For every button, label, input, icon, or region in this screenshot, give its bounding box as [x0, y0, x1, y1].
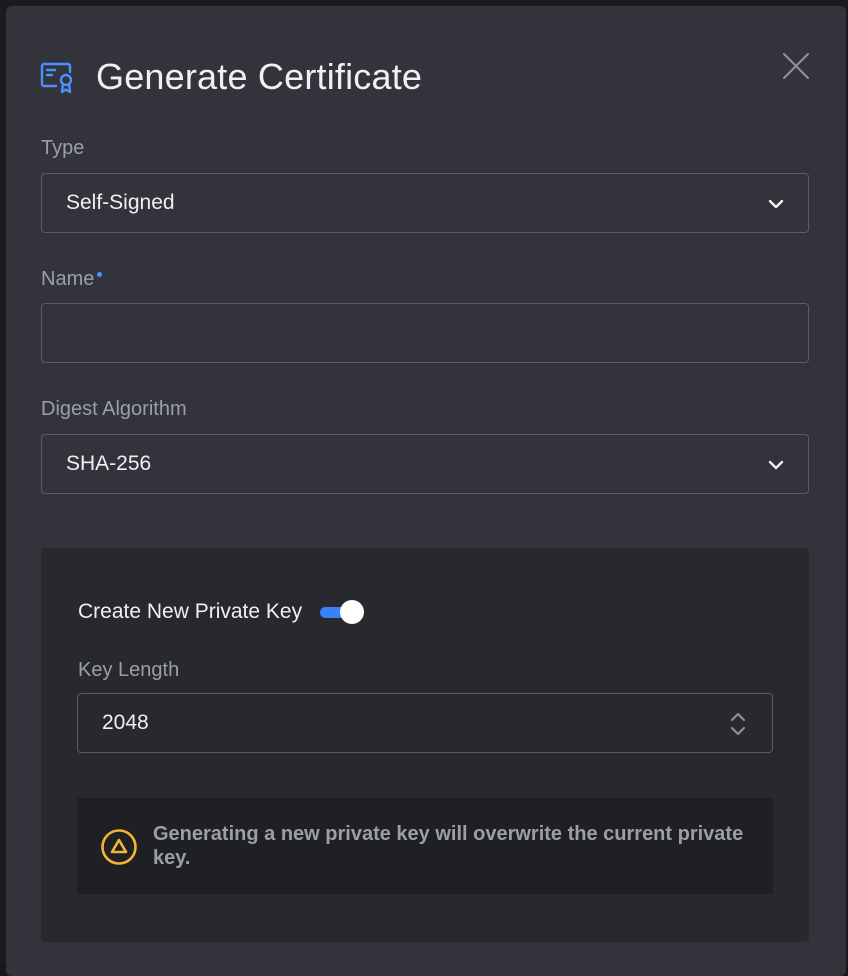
digest-algorithm-select[interactable]: SHA-256: [41, 434, 809, 494]
type-select-value: Self-Signed: [66, 191, 175, 214]
generate-certificate-dialog: Generate Certificate Type Self-Signed Na…: [6, 6, 846, 976]
warning-message: Generating a new private key will overwr…: [153, 823, 744, 869]
digest-algorithm-value: SHA-256: [66, 452, 152, 475]
name-label-text: Name: [41, 268, 95, 290]
key-length-label: Key Length: [78, 659, 180, 681]
key-length-input[interactable]: 2048: [77, 693, 773, 753]
dialog-header: Generate Certificate: [40, 56, 422, 98]
dialog-title: Generate Certificate: [96, 56, 423, 97]
create-private-key-label: Create New Private Key: [78, 600, 303, 623]
required-indicator: [97, 272, 103, 277]
digest-algorithm-label: Digest Algorithm: [41, 398, 187, 420]
chevron-down-icon: [768, 199, 784, 209]
create-private-key-toggle[interactable]: [320, 600, 365, 624]
stepper-icon[interactable]: [728, 711, 748, 737]
name-input[interactable]: [41, 303, 809, 363]
certificate-icon: [40, 59, 76, 95]
private-key-panel: Create New Private Key Key Length 2048 G…: [41, 548, 809, 942]
name-label: Name: [41, 268, 103, 291]
create-private-key-row: Create New Private Key: [78, 600, 365, 624]
key-length-value: 2048: [102, 711, 149, 734]
warning-triangle-icon: [101, 829, 137, 865]
type-select[interactable]: Self-Signed: [41, 173, 809, 233]
warning-banner: Generating a new private key will overwr…: [77, 798, 773, 894]
close-icon: [782, 52, 810, 80]
type-label: Type: [41, 137, 85, 159]
toggle-thumb: [340, 600, 365, 624]
chevron-down-icon: [768, 460, 784, 470]
close-button[interactable]: [780, 50, 812, 82]
